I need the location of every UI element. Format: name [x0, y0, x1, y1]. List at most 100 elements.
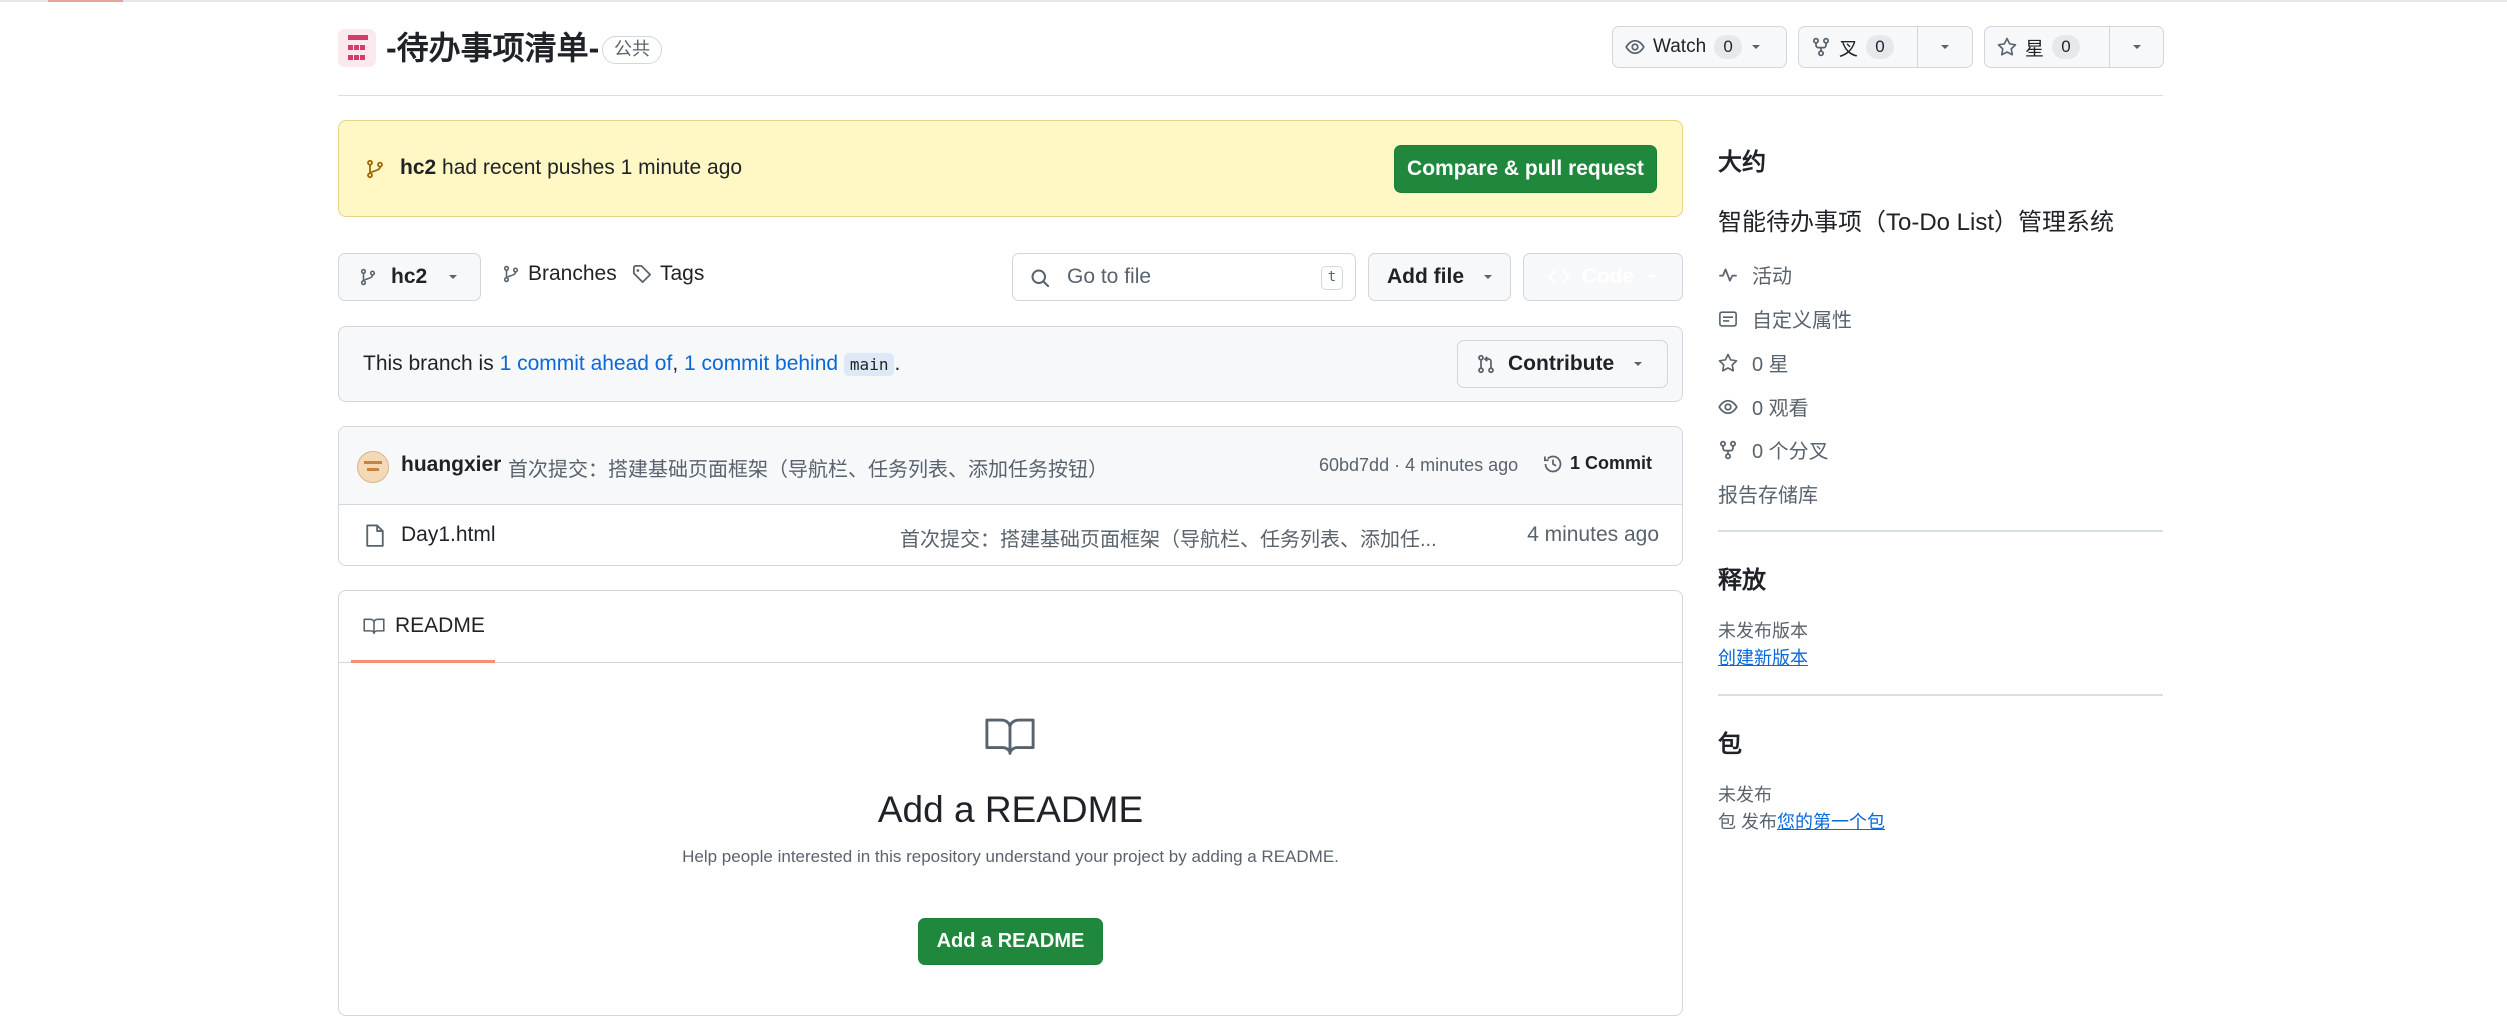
caret-down-icon	[1634, 362, 1643, 366]
watchers-link[interactable]: 0 观看	[1718, 392, 1809, 421]
star-count: 0	[2052, 35, 2081, 59]
file-name[interactable]: Day1.html	[401, 523, 496, 547]
sidebar-divider	[1718, 530, 2163, 532]
forks-link[interactable]: 0 个分叉	[1718, 435, 1829, 464]
add-file-label: Add file	[1387, 265, 1464, 288]
fork-button[interactable]: 叉 0	[1798, 26, 1973, 68]
commits-behind-link[interactable]: 1 commit behind	[684, 352, 838, 375]
fork-label: 叉	[1839, 38, 1859, 60]
stars-link[interactable]: 0 星	[1718, 348, 1789, 377]
repo-description: 智能待办事项（To-Do List）管理系统	[1718, 209, 2115, 236]
search-placeholder: Go to file	[1067, 265, 1152, 288]
watch-button[interactable]: Watch 0	[1612, 26, 1787, 68]
star-label: 星	[2025, 38, 2045, 60]
push-branch-name[interactable]: hc2	[400, 156, 436, 179]
eye-icon	[1718, 399, 1738, 414]
repo-avatar-icon	[338, 29, 376, 67]
code-label: Code	[1581, 265, 1635, 288]
tags-label: Tags	[660, 262, 705, 285]
custom-properties-label: 自定义属性	[1752, 310, 1852, 332]
visibility-badge: 公共	[602, 36, 662, 64]
readme-help-text: Help people interested in this repositor…	[682, 847, 1339, 866]
shortcut-key: t	[1321, 266, 1343, 290]
contribute-button[interactable]: Contribute	[1457, 340, 1668, 388]
base-branch-tag: main	[843, 353, 895, 376]
top-loading-bar	[0, 0, 2507, 2]
releases-heading[interactable]: 释放	[1718, 560, 1766, 595]
commit-count-link[interactable]: 1 Commit	[1543, 453, 1652, 474]
packages-heading[interactable]: 包	[1718, 724, 1742, 759]
caret-down-icon	[1484, 275, 1492, 279]
file-icon	[366, 524, 384, 547]
readme-panel: README Add a README Help people interest…	[338, 590, 1683, 1016]
publish-package-text: 包 发布您的第一个包	[1718, 808, 1885, 834]
caret-down-icon	[1648, 275, 1657, 279]
go-to-file-input[interactable]: Go to file t	[1012, 253, 1356, 301]
branch-comparison-bar: This branch is 1 commit ahead of, 1 comm…	[338, 326, 1683, 402]
list-item[interactable]: Day1.html 首次提交：搭建基础页面框架（导航栏、任务列表、添加任... …	[339, 506, 1682, 565]
star-icon	[1997, 37, 2017, 56]
first-package-link[interactable]: 您的第一个包	[1777, 812, 1885, 832]
branch-selector[interactable]: hc2	[338, 253, 481, 301]
eye-icon	[1625, 39, 1645, 55]
commit-hash-age[interactable]: 60bd7dd · 4 minutes ago	[1319, 455, 1518, 476]
comparison-separator: ,	[672, 352, 684, 375]
watch-count: 0	[1714, 35, 1743, 59]
caret-down-icon	[2132, 45, 2141, 49]
star-dropdown[interactable]	[2109, 27, 2163, 67]
commit-author[interactable]: huangxier	[401, 453, 501, 477]
book-icon	[985, 718, 1035, 755]
search-icon	[1031, 269, 1050, 288]
star-icon	[1718, 353, 1738, 372]
avatar[interactable]	[357, 451, 389, 483]
recent-push-message: hc2 had recent pushes 1 minute ago	[400, 155, 742, 181]
activity-link[interactable]: 活动	[1718, 260, 1792, 289]
packages-prefix: 包 发布	[1718, 812, 1778, 832]
branches-label: Branches	[528, 262, 617, 285]
add-readme-button[interactable]: Add a README	[918, 918, 1103, 965]
create-release-link[interactable]: 创建新版本	[1718, 648, 1808, 668]
report-repository-link[interactable]: 报告存储库	[1718, 479, 1818, 508]
star-button[interactable]: 星 0	[1984, 26, 2164, 68]
comparison-prefix: This branch is	[363, 352, 500, 375]
watch-label: Watch	[1653, 36, 1707, 57]
file-browser: huangxier 首次提交：搭建基础页面框架（导航栏、任务列表、添加任务按钮）…	[338, 426, 1683, 566]
report-label: 报告存储库	[1718, 485, 1818, 507]
stars-label: 0 星	[1752, 354, 1789, 376]
no-packages-text: 未发布	[1718, 785, 1772, 805]
fork-icon	[1812, 37, 1830, 57]
contribute-label: Contribute	[1508, 352, 1615, 375]
comparison-suffix: .	[894, 352, 901, 375]
tab-readme[interactable]: README	[351, 591, 495, 663]
activity-label: 活动	[1752, 266, 1792, 288]
readme-tab-label: README	[395, 613, 485, 637]
readme-empty-title: Add a README	[877, 789, 1144, 830]
file-age: 4 minutes ago	[1527, 523, 1659, 546]
commit-message[interactable]: 首次提交：搭建基础页面框架（导航栏、任务列表、添加任务按钮）	[508, 453, 1108, 482]
fork-icon	[1719, 440, 1737, 459]
add-file-button[interactable]: Add file	[1368, 253, 1511, 301]
fork-dropdown[interactable]	[1917, 27, 1972, 67]
git-branch-icon	[360, 268, 376, 286]
history-icon	[1544, 455, 1562, 472]
compare-pull-request-button[interactable]: Compare & pull request	[1394, 145, 1657, 193]
latest-commit-row: huangxier 首次提交：搭建基础页面框架（导航栏、任务列表、添加任务按钮）…	[339, 427, 1682, 505]
file-commit-message[interactable]: 首次提交：搭建基础页面框架（导航栏、任务列表、添加任...	[900, 523, 1437, 552]
readme-tabbar: README	[339, 591, 1682, 663]
tag-icon	[633, 265, 651, 283]
code-icon	[1548, 269, 1570, 285]
git-branch-icon	[367, 159, 383, 179]
commit-count-label: 1 Commit	[1570, 453, 1653, 473]
code-button[interactable]: Code	[1523, 253, 1683, 301]
about-heading: 大约	[1718, 149, 1766, 176]
tags-link[interactable]: Tags	[632, 262, 704, 286]
no-releases-text: 未发布版本	[1718, 621, 1808, 641]
commits-ahead-link[interactable]: 1 commit ahead of	[500, 352, 673, 375]
pull-request-icon	[1478, 354, 1494, 374]
caret-down-icon	[1752, 45, 1761, 49]
branch-selector-label: hc2	[391, 265, 428, 288]
repo-name[interactable]: -待办事项清单-	[386, 26, 599, 70]
branches-link[interactable]: Branches	[502, 262, 617, 286]
custom-properties-link[interactable]: 自定义属性	[1718, 304, 1852, 333]
recent-push-banner: hc2 had recent pushes 1 minute ago Compa…	[338, 120, 1683, 217]
